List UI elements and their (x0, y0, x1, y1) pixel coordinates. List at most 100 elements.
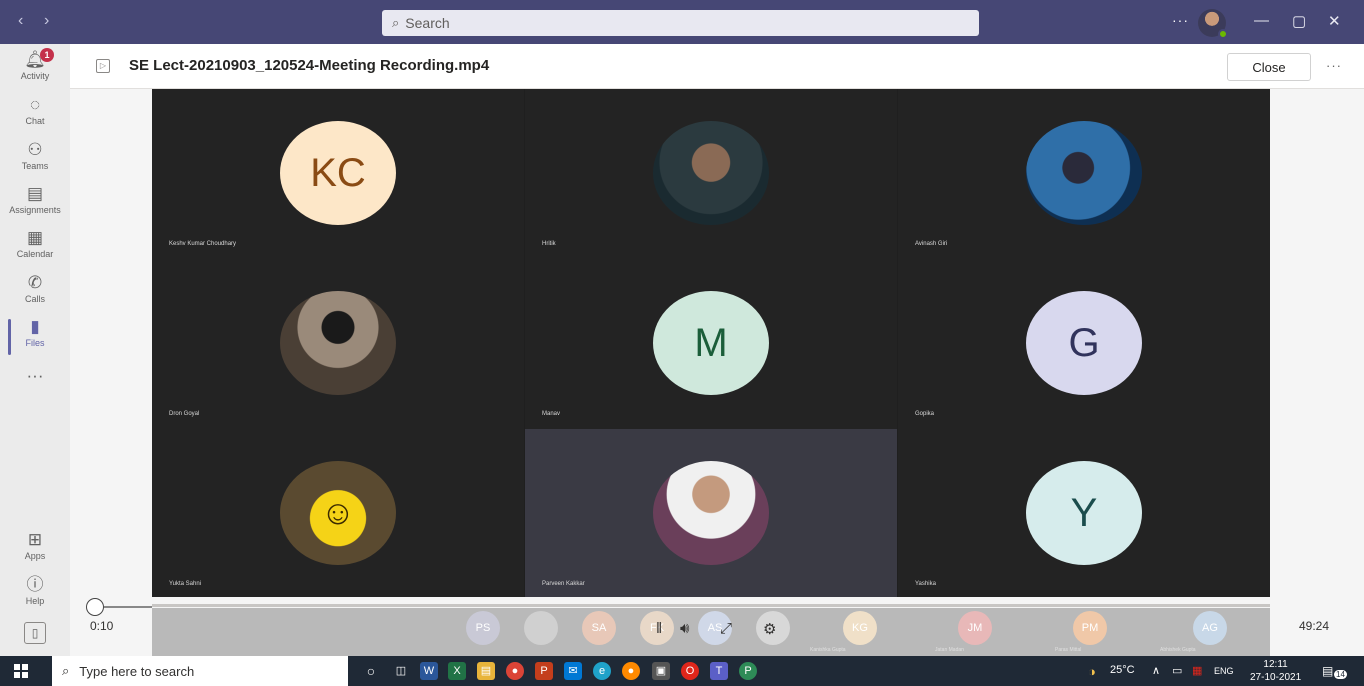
edge-icon[interactable]: e (593, 662, 611, 680)
app-rail: 🔔︎ Activity 1 ◌ Chat ⚇ Teams ▤ Assignmen… (0, 44, 70, 656)
search-input[interactable]: ⌕ Search (382, 10, 979, 36)
rail-item-calendar[interactable]: ▦ Calendar (0, 228, 70, 259)
participant-tile-active: Parveen Kakkar (525, 429, 897, 599)
apps-icon: ⊞ (27, 530, 43, 549)
page-title: SE Lect-20210903_120524-Meeting Recordin… (129, 57, 490, 74)
weather-temp[interactable]: 25°C (1110, 664, 1135, 676)
close-window-icon[interactable]: ✕ (1328, 12, 1341, 30)
participant-avatar (653, 121, 769, 225)
phone-icon: ✆ (27, 273, 43, 292)
rail-item-calls[interactable]: ✆ Calls (0, 273, 70, 304)
fullscreen-icon[interactable]: ⤢ (720, 620, 732, 637)
firefox-icon[interactable]: ● (622, 662, 640, 680)
teams-icon: ⚇ (27, 140, 43, 159)
participant-chip: PS (466, 611, 500, 645)
system-clock[interactable]: 12:11 27-10-2021 (1250, 658, 1301, 684)
total-time: 49:24 (1299, 619, 1330, 633)
participant-avatar: Y (1026, 461, 1142, 565)
settings-icon[interactable]: ⚙ (763, 620, 776, 638)
chevron-left-icon[interactable]: ‹ (18, 12, 23, 30)
more-options-icon[interactable]: ··· (1326, 58, 1342, 73)
mail-icon[interactable]: ✉ (564, 662, 582, 680)
chevron-up-icon[interactable]: ∧ (1152, 664, 1160, 677)
file-header: ▷ SE Lect-20210903_120524-Meeting Record… (70, 44, 1364, 89)
participant-tile: ☺ Yukta Sahni (152, 429, 524, 599)
seek-handle[interactable] (86, 598, 104, 616)
participant-tile: Y Yashika (898, 429, 1270, 599)
task-view-icon[interactable]: ◫ (392, 662, 410, 680)
rail-item-more[interactable]: ··· (0, 366, 70, 386)
notification-center-icon[interactable]: ▤ (1322, 664, 1333, 678)
more-options-icon[interactable]: ··· (1172, 12, 1189, 28)
participant-name: Dron Goyal (169, 411, 200, 417)
backpack-icon: ▤ (26, 184, 44, 203)
rail-item-assignments[interactable]: ▤ Assignments (0, 184, 70, 215)
rail-item-help[interactable]: ⓘ Help (0, 575, 70, 606)
chip-name: Jatan Madan (935, 647, 964, 653)
network-icon[interactable]: ▭ (1172, 664, 1182, 677)
rail-item-files[interactable]: ▮ Files (0, 317, 70, 355)
title-bar: ‹ › ⌕ Search ··· — ▢ ✕ (0, 0, 1364, 44)
store-icon[interactable]: ▣ (652, 662, 670, 680)
file-explorer-icon[interactable]: ▤ (477, 662, 495, 680)
rail-item-label: Activity (20, 71, 50, 81)
participant-avatar (653, 461, 769, 565)
avatar[interactable] (1198, 9, 1228, 39)
current-time: 0:10 (90, 619, 114, 633)
notification-count: 14 (1334, 670, 1347, 679)
participant-name: Keshv Kumar Choudhary (169, 241, 237, 247)
excel-icon[interactable]: X (448, 662, 466, 680)
chrome-icon[interactable]: ● (506, 662, 524, 680)
rail-item-activity[interactable]: 🔔︎ Activity 1 (0, 48, 70, 81)
rail-item-chat[interactable]: ◌ Chat (0, 95, 70, 126)
maximize-icon[interactable]: ▢ (1292, 12, 1306, 30)
participant-avatar: KC (280, 121, 396, 225)
taskbar-search-input[interactable]: ⌕ Type here to search (52, 656, 348, 686)
file-icon: ▮ (30, 317, 40, 336)
rail-item-label: Calendar (16, 249, 54, 259)
participant-chip: PM (1073, 611, 1107, 645)
cortana-icon[interactable]: ○ (362, 662, 380, 680)
rail-item-label: Calls (24, 294, 45, 304)
word-icon[interactable]: W (420, 662, 438, 680)
volume-icon[interactable]: 🔊︎ (680, 620, 689, 637)
notification-badge: 1 (40, 48, 54, 62)
participant-name: Hritik (542, 241, 556, 247)
opera-icon[interactable]: O (681, 662, 699, 680)
pause-icon[interactable]: ‖ (656, 620, 662, 637)
participant-chip: KG (843, 611, 877, 645)
chevron-right-icon[interactable]: › (44, 12, 49, 30)
smiley-icon: ☺ (280, 461, 396, 565)
participant-chip: JM (958, 611, 992, 645)
participant-tile: G Gopika (898, 259, 1270, 429)
rail-item-label: Help (25, 596, 45, 606)
taskbar-search-placeholder: Type here to search (79, 663, 195, 679)
close-button[interactable]: Close (1227, 53, 1311, 81)
participant-avatar (280, 291, 396, 395)
powerpoint-icon[interactable]: P (535, 662, 553, 680)
rail-item-apps[interactable]: ⊞ Apps (0, 530, 70, 561)
search-icon: ⌕ (392, 15, 400, 30)
app-icon[interactable]: P (739, 662, 757, 680)
video-file-icon: ▷ (96, 59, 110, 73)
rail-item-label: Apps (24, 551, 46, 561)
teams-taskbar-icon[interactable]: T (710, 662, 728, 680)
rail-item-teams[interactable]: ⚇ Teams (0, 140, 70, 171)
video-grid: KC Keshv Kumar Choudhary Hritik Avinash … (152, 89, 1270, 599)
participant-chip: SA (582, 611, 616, 645)
language-indicator[interactable]: ENG (1214, 666, 1234, 676)
app-tray-icon[interactable]: ▦ (1192, 664, 1202, 677)
windows-start-icon[interactable] (14, 664, 28, 678)
seek-bar[interactable] (152, 604, 1270, 607)
clock-time: 12:11 (1263, 659, 1288, 670)
rail-item-label: Files (25, 338, 45, 348)
minimize-icon[interactable]: — (1254, 12, 1269, 29)
more-apps-icon: ··· (26, 366, 44, 385)
participant-name: Parveen Kakkar (542, 581, 585, 587)
mobile-device-icon[interactable]: ▯ (24, 622, 46, 644)
participant-name: Manav (542, 411, 561, 417)
calendar-icon: ▦ (26, 228, 44, 247)
participant-avatar: G (1026, 291, 1142, 395)
rail-item-label: Assignments (9, 205, 61, 215)
participant-tile: Dron Goyal (152, 259, 524, 429)
